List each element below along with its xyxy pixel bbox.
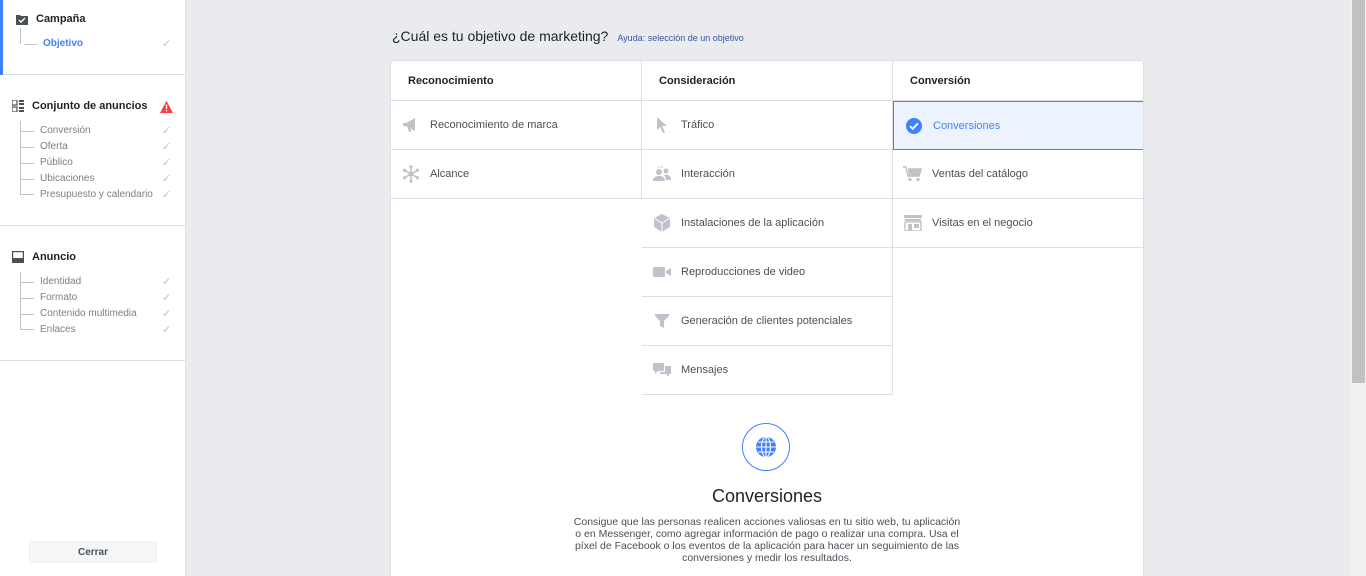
warning-icon [160,100,173,118]
sidebar-campaign-title: Campaña [36,13,86,25]
asterisk-icon [401,164,421,184]
column-header: Reconocimiento [391,61,642,101]
objective-engagement[interactable]: Interacción [642,150,893,199]
sidebar-item-label: Oferta [40,141,68,152]
folder-check-icon [16,13,28,25]
objective-lead-generation[interactable]: Generación de clientes potenciales [642,297,893,346]
sidebar-item-offer[interactable]: Oferta ✓ [0,139,185,155]
funnel-icon [652,311,672,331]
close-button[interactable]: Cerrar [29,541,157,563]
sidebar-adset-title: Conjunto de anuncios [32,100,148,112]
sidebar-section-campaign: Campaña Objetivo ✓ [0,0,185,75]
ad-icon [12,251,24,263]
people-icon [652,164,672,184]
store-icon [903,213,923,233]
cursor-icon [652,115,672,135]
sidebar-item-objective[interactable]: Objetivo ✓ [0,36,185,52]
page-title: ¿Cuál es tu objetivo de marketing? [392,28,609,44]
check-icon: ✓ [162,125,172,137]
check-icon: ✓ [162,189,172,201]
check-icon: ✓ [162,324,172,336]
sidebar-item-audience[interactable]: Público ✓ [0,155,185,171]
sidebar-item-label: Objetivo [43,38,84,49]
sidebar-item-format[interactable]: Formato ✓ [0,290,185,306]
objective-video-views[interactable]: Reproducciones de video [642,248,893,297]
cart-icon [903,164,923,184]
sidebar-ad-title: Anuncio [32,251,76,263]
detail-title: Conversiones [711,486,823,506]
sidebar-item-label: Conversión [40,125,91,136]
sidebar: Campaña Objetivo ✓ Conjunto de anuncios … [0,0,186,576]
sidebar-item-ad[interactable]: Anuncio [12,251,76,263]
sidebar-item-label: Ubicaciones [40,173,95,184]
objective-messages[interactable]: Mensajes [642,346,893,395]
sidebar-item-label: Contenido multimedia [40,308,137,319]
objective-catalog-sales[interactable]: Ventas del catálogo [893,150,1143,199]
objective-label: Tráfico [681,119,715,131]
objective-label: Reconocimiento de marca [430,119,558,131]
sidebar-section-ad: Anuncio Identidad ✓ Formato ✓ Contenido … [0,226,185,361]
objective-traffic[interactable]: Tráfico [642,101,893,150]
sidebar-item-label: Enlaces [40,324,76,335]
sidebar-item-placements[interactable]: Ubicaciones ✓ [0,171,185,187]
check-icon: ✓ [162,276,172,288]
check-icon: ✓ [162,141,172,153]
objective-label: Instalaciones de la aplicación [681,217,825,229]
objective-conversions[interactable]: Conversiones [893,101,1143,150]
objective-label: Alcance [430,168,470,180]
adset-icon [12,100,24,112]
globe-icon [742,423,790,471]
sidebar-item-label: Presupuesto y calendario [40,189,153,200]
column-awareness: Reconocimiento Reconocimiento de marca A… [391,61,642,199]
objective-app-installs[interactable]: Instalaciones de la aplicación [642,199,893,248]
detail-description: Consigue que las personas realicen accio… [573,516,961,564]
sidebar-item-label: Formato [40,292,78,303]
sidebar-item-label: Público [40,157,73,168]
sidebar-item-adset[interactable]: Conjunto de anuncios [12,100,148,112]
objective-store-visits[interactable]: Visitas en el negocio [893,199,1143,248]
objective-label: Visitas en el negocio [932,217,1033,229]
objective-label: Mensajes [681,364,729,376]
sidebar-item-media[interactable]: Contenido multimedia ✓ [0,306,185,322]
objective-label: Reproducciones de video [681,266,806,278]
check-icon: ✓ [162,173,172,185]
sidebar-item-budget[interactable]: Presupuesto y calendario ✓ [0,187,185,203]
objective-label: Interacción [681,168,735,180]
objective-label: Generación de clientes potenciales [681,315,853,327]
column-header: Consideración [642,61,893,101]
column-conversion: Conversión Conversiones Ventas del catál… [893,61,1143,248]
megaphone-icon [401,115,421,135]
sidebar-section-adset: Conjunto de anuncios Conversión ✓ Oferta… [0,75,185,226]
chat-icon [652,360,672,380]
check-icon: ✓ [162,308,172,320]
objective-question: ¿Cuál es tu objetivo de marketing? Ayuda… [392,28,744,44]
video-icon [652,262,672,282]
scrollbar-thumb[interactable] [1352,0,1365,383]
cube-icon [652,213,672,233]
column-consideration: Consideración Tráfico Interacción Instal… [642,61,893,395]
help-link[interactable]: Ayuda: selección de un objetivo [617,33,743,43]
objective-panel: Reconocimiento Reconocimiento de marca A… [390,60,1144,576]
objective-brand-awareness[interactable]: Reconocimiento de marca [391,101,642,150]
objective-label: Ventas del catálogo [932,168,1029,180]
objective-label: Conversiones [933,119,1001,132]
sidebar-item-campaign[interactable]: Campaña [16,13,86,25]
check-icon: ✓ [162,292,172,304]
objective-reach[interactable]: Alcance [391,150,642,199]
check-icon: ✓ [162,38,172,50]
sidebar-item-links[interactable]: Enlaces ✓ [0,322,185,338]
sidebar-item-identity[interactable]: Identidad ✓ [0,274,185,290]
sidebar-item-conversion[interactable]: Conversión ✓ [0,123,185,139]
column-header: Conversión [893,61,1143,101]
check-icon: ✓ [162,157,172,169]
check-circle-icon [904,116,924,136]
sidebar-item-label: Identidad [40,276,82,287]
